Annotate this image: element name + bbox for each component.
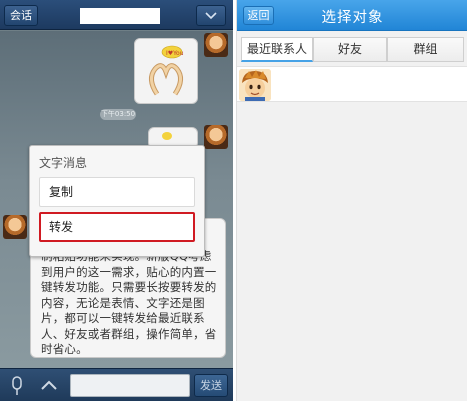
chat-input-bar: 发送: [0, 368, 233, 401]
avatar: [204, 33, 228, 57]
chat-header: 会话: [0, 0, 233, 30]
tab-groups[interactable]: 群组: [387, 37, 464, 62]
chat-title-redacted: [80, 8, 160, 24]
list-item[interactable]: [237, 66, 467, 102]
chevron-down-icon[interactable]: [196, 5, 226, 26]
tab-recent-contacts[interactable]: 最近联系人: [241, 37, 313, 62]
avatar: [239, 69, 271, 101]
message-timestamp: 下午03:50: [100, 109, 136, 120]
chat-screen: 会话 I♥You 下午03:50 制粘贴功: [0, 0, 233, 401]
svg-text:I♥You: I♥You: [166, 50, 184, 57]
target-tabs: 最近联系人 好友 群组: [237, 37, 467, 62]
select-target-header: 返回 选择对象: [237, 0, 467, 31]
sticker-bubble[interactable]: I♥You: [134, 38, 198, 104]
chevron-up-icon[interactable]: [38, 375, 60, 395]
forward-menu-item[interactable]: 转发: [39, 212, 195, 242]
message-input[interactable]: [70, 374, 190, 397]
send-button[interactable]: 发送: [194, 374, 228, 397]
message-text: 制粘贴功能来实现。新版QQ考虑到用户的这一需求，贴心的内置一键转发功能。只需要长…: [41, 249, 217, 356]
context-menu-title: 文字消息: [39, 156, 88, 170]
text-message-context-menu: 文字消息 复制 转发: [29, 145, 205, 257]
select-target-screen: 返回 选择对象 最近联系人 好友 群组: [236, 0, 467, 401]
microphone-icon[interactable]: [8, 376, 26, 396]
avatar: [204, 125, 228, 149]
tab-friends[interactable]: 好友: [313, 37, 387, 62]
page-title: 选择对象: [321, 10, 384, 26]
copy-menu-item[interactable]: 复制: [39, 177, 195, 207]
cartoon-boy-avatar-icon: [239, 69, 271, 101]
sessions-back-button[interactable]: 会话: [4, 5, 38, 26]
avatar: [3, 215, 27, 239]
heart-hands-sticker-icon: I♥You: [149, 45, 184, 96]
